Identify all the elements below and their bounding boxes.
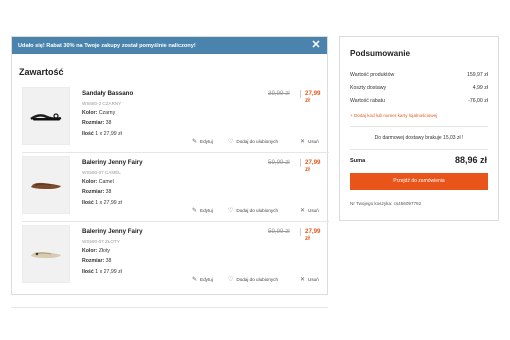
new-price: 27,99 zł	[305, 228, 321, 242]
summary-row-products: Wartość produktów 159,97 zł	[350, 72, 488, 78]
product-size: Rozmiar: 38	[82, 189, 112, 195]
cart-title: Zawartość	[19, 67, 64, 77]
sandal-icon	[30, 113, 62, 121]
summary-divider	[350, 149, 488, 150]
product-quantity[interactable]: Ilość 1 x 27,99 zł	[82, 200, 122, 206]
product-size: Rozmiar: 38	[82, 120, 112, 126]
price-separator	[300, 228, 301, 236]
remove-button[interactable]: ✕ Usuń	[300, 138, 319, 145]
product-image[interactable]	[22, 225, 70, 283]
heart-icon: ♡	[228, 208, 234, 214]
cart-item: Baleriny Jenny Fairy WS590-07 CAMEL Kolo…	[12, 156, 327, 224]
product-color: Kolor: Czarny	[82, 110, 116, 116]
product-name[interactable]: Baleriny Jenny Fairy	[82, 228, 143, 235]
remove-button[interactable]: ✕ Usuń	[300, 207, 319, 214]
cart-item: Sandały Bassano WS680-2 CZARNY Kolor: Cz…	[12, 87, 327, 155]
new-price: 27,99 zł	[305, 90, 321, 104]
close-icon: ✕	[300, 277, 306, 283]
edit-button[interactable]: ✎ Edytuj	[192, 138, 213, 145]
heart-icon: ♡	[228, 277, 234, 283]
add-discount-code-link[interactable]: + Dodaj kod lub numer karty lojalnościow…	[350, 113, 437, 118]
summary-panel: Podsumowanie Wartość produktów 159,97 zł…	[339, 36, 499, 221]
ballerina-icon	[31, 251, 61, 258]
item-divider	[22, 152, 329, 153]
banner-text: Udało się! Rabat 30% na Twoje zakupy zos…	[18, 42, 196, 49]
summary-title: Podsumowanie	[350, 49, 411, 58]
basket-number: Nr Twojego koszyka: cs456097792	[350, 201, 422, 206]
close-icon: ✕	[300, 139, 306, 145]
product-sku: WS680-2 CZARNY	[82, 101, 122, 106]
cart-panel: Udało się! Rabat 30% na Twoje zakupy zos…	[11, 36, 329, 295]
summary-row-discount: Wartość rabatu -76,00 zł	[350, 98, 488, 104]
pencil-icon: ✎	[192, 277, 198, 283]
ballerina-icon	[31, 182, 61, 189]
item-divider	[22, 221, 329, 222]
product-sku: WS590-07 CAMEL	[82, 170, 121, 175]
remove-button[interactable]: ✕ Usuń	[300, 276, 319, 283]
add-to-favorites-button[interactable]: ♡ Dodaj do ulubionych	[228, 276, 278, 283]
edit-button[interactable]: ✎ Edytuj	[192, 276, 213, 283]
product-color: Kolor: Camel	[82, 179, 114, 185]
add-to-favorites-button[interactable]: ♡ Dodaj do ulubionych	[228, 207, 278, 214]
pencil-icon: ✎	[192, 139, 198, 145]
product-size: Rozmiar: 38	[82, 258, 112, 264]
cart-item: Baleriny Jenny Fairy WS590-07 ZŁOTY Kolo…	[12, 225, 327, 293]
close-icon[interactable]: ✕	[311, 40, 321, 51]
price-separator	[300, 159, 301, 167]
old-price: 59,99 zł	[268, 159, 290, 166]
price-separator	[300, 90, 301, 98]
discount-banner: Udało się! Rabat 30% na Twoje zakupy zos…	[12, 37, 327, 54]
product-name[interactable]: Sandały Bassano	[82, 90, 133, 97]
total-label: Suma	[350, 158, 366, 164]
add-to-favorites-button[interactable]: ♡ Dodaj do ulubionych	[228, 138, 278, 145]
heart-icon: ♡	[228, 139, 234, 145]
pencil-icon: ✎	[192, 208, 198, 214]
summary-row-shipping: Koszty dostawy 4,99 zł	[350, 85, 488, 91]
old-price: 59,99 zł	[268, 228, 290, 235]
total-value: 88,96 zł	[454, 155, 487, 165]
product-name[interactable]: Baleriny Jenny Fairy	[82, 159, 143, 166]
product-image[interactable]	[22, 156, 70, 214]
page-divider	[11, 307, 328, 308]
product-quantity[interactable]: Ilość 1 x 27,99 zł	[82, 269, 122, 275]
product-quantity[interactable]: Ilość 1 x 27,99 zł	[82, 131, 122, 137]
summary-divider	[350, 126, 488, 127]
checkout-button[interactable]: Przejdź do zamówienia	[350, 173, 488, 190]
close-icon: ✕	[300, 208, 306, 214]
free-shipping-info: Do darmowej dostawy brakuje 15,03 zł !	[374, 135, 464, 141]
product-sku: WS590-07 ZŁOTY	[82, 239, 120, 244]
old-price: 39,99 zł	[268, 90, 290, 97]
product-color: Kolor: Złoty	[82, 248, 110, 254]
product-image[interactable]	[22, 87, 70, 145]
new-price: 27,99 zł	[305, 159, 321, 173]
edit-button[interactable]: ✎ Edytuj	[192, 207, 213, 214]
